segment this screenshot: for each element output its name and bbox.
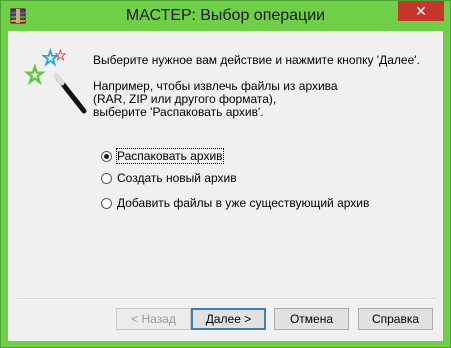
next-button[interactable]: Далее > — [191, 308, 266, 330]
radio-extract[interactable] — [101, 150, 112, 162]
help-button[interactable]: Справка — [358, 308, 433, 330]
example-text: Например, чтобы извлечь файлы из архива … — [93, 79, 338, 119]
back-button[interactable]: < Назад — [116, 308, 191, 330]
cancel-button[interactable]: Отмена — [274, 308, 349, 330]
option-create-label[interactable]: Создать новый архив — [117, 171, 237, 185]
option-add[interactable]: Добавить файлы в уже существующий архив — [101, 195, 369, 211]
radio-create[interactable] — [101, 172, 112, 184]
instruction-text: Выберите нужное вам действие и нажмите к… — [93, 53, 420, 67]
title-bar[interactable]: МАСТЕР: Выбор операции ✕ — [1, 1, 450, 31]
close-button[interactable]: ✕ — [398, 1, 444, 21]
magic-wand-icon — [24, 48, 87, 114]
wizard-content: Выберите нужное вам действие и нажмите к… — [8, 31, 443, 341]
option-extract[interactable]: Распаковать архив — [101, 148, 224, 164]
radio-add[interactable] — [101, 197, 112, 209]
divider — [16, 298, 435, 300]
option-extract-label[interactable]: Распаковать архив — [116, 148, 224, 164]
window-title: МАСТЕР: Выбор операции — [125, 7, 326, 24]
option-create[interactable]: Создать новый архив — [101, 170, 237, 186]
option-add-label[interactable]: Добавить файлы в уже существующий архив — [117, 196, 369, 210]
wizard-window: МАСТЕР: Выбор операции ✕ Выберите нужное… — [0, 0, 451, 348]
